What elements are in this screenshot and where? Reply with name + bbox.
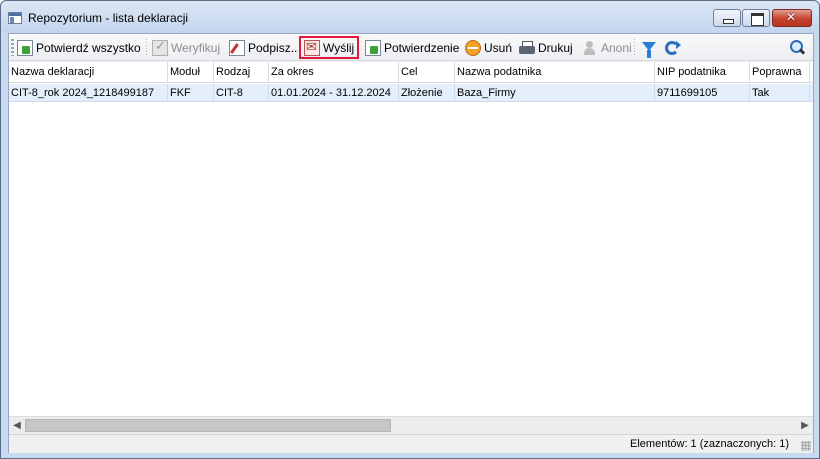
search-icon (789, 39, 805, 56)
confirmation-button[interactable]: Potwierdzenie (365, 37, 459, 58)
window-title: Repozytorium - lista deklaracji (28, 11, 189, 25)
sign-label: Podpisz.. (248, 40, 298, 55)
confirm-all-label: Potwierdź wszystko (36, 40, 141, 55)
resize-grip-icon[interactable] (801, 441, 811, 451)
search-button[interactable] (789, 37, 805, 58)
table-cell: Złożenie (399, 84, 455, 102)
scroll-left-icon[interactable]: ◀ (9, 417, 25, 434)
table-cell: Baza_Firmy (455, 84, 655, 102)
window-client-area: Potwierdź wszystko Weryfikuj Podpisz.. W… (8, 33, 814, 453)
column-header[interactable]: Poprawna (750, 62, 810, 83)
title-bar[interactable]: Repozytorium - lista deklaracji (1, 1, 819, 33)
column-header[interactable]: Moduł (168, 62, 214, 83)
print-button[interactable]: Drukuj (519, 37, 573, 58)
table-cell: 9711699105 (655, 84, 750, 102)
send-icon (304, 39, 320, 56)
column-header[interactable]: Za okres (269, 62, 399, 83)
send-button[interactable]: Wyślij (299, 36, 360, 59)
verify-button[interactable]: Weryfikuj (152, 37, 220, 58)
filter-button[interactable] (642, 37, 656, 58)
send-label: Wyślij (323, 40, 355, 55)
column-header[interactable]: Rodzaj (214, 62, 269, 83)
status-text: Elementów: 1 (zaznaczonych: 1) (630, 438, 789, 450)
delete-icon (465, 39, 481, 56)
toolbar: Potwierdź wszystko Weryfikuj Podpisz.. W… (9, 34, 813, 61)
anonymize-icon (582, 40, 598, 56)
column-header[interactable]: Cel (399, 62, 455, 83)
table-cell: Tak (750, 84, 810, 102)
table-cell: FKF (168, 84, 214, 102)
confirmation-icon (365, 39, 381, 56)
scroll-right-icon[interactable]: ▶ (797, 417, 813, 434)
refresh-button[interactable] (665, 37, 681, 58)
delete-label: Usuń (484, 40, 513, 55)
table-row[interactable]: CIT-8_rok 2024_1218499187 FKF CIT-8 01.0… (9, 84, 813, 102)
anonymize-label: Anoni (601, 40, 632, 55)
minimize-button[interactable] (713, 9, 741, 27)
table-header: Nazwa deklaracji Moduł Rodzaj Za okres C… (9, 62, 813, 83)
confirmation-label: Potwierdzenie (384, 40, 460, 55)
column-header[interactable]: Nazwa deklaracji (9, 62, 168, 83)
refresh-icon (665, 40, 681, 55)
close-button[interactable] (772, 9, 812, 27)
table-cell: 01.01.2024 - 31.12.2024 (269, 84, 399, 102)
toolbar-separator (146, 39, 147, 56)
anonymize-button[interactable]: Anoni (582, 37, 632, 58)
confirm-all-icon (17, 39, 33, 56)
table-cell: CIT-8_rok 2024_1218499187 (9, 84, 168, 102)
column-header[interactable]: Nazwa podatnika (455, 62, 655, 83)
print-label: Drukuj (538, 40, 573, 55)
print-icon (519, 40, 535, 56)
sign-icon (229, 39, 245, 56)
filter-icon (642, 41, 656, 58)
table-cell: CIT-8 (214, 84, 269, 102)
scrollbar-thumb[interactable] (25, 419, 391, 432)
column-header[interactable]: NIP podatnika (655, 62, 750, 83)
verify-label: Weryfikuj (171, 40, 221, 55)
toolbar-separator (634, 39, 635, 56)
horizontal-scrollbar[interactable]: ◀ ▶ (9, 416, 813, 434)
declarations-table: Nazwa deklaracji Moduł Rodzaj Za okres C… (9, 62, 813, 416)
confirm-all-button[interactable]: Potwierdź wszystko (17, 37, 141, 58)
status-bar: Elementów: 1 (zaznaczonych: 1) (9, 434, 813, 453)
delete-button[interactable]: Usuń (465, 37, 512, 58)
verify-icon (152, 39, 168, 56)
maximize-button[interactable] (742, 9, 770, 27)
app-window-icon (8, 12, 22, 24)
toolbar-grip[interactable] (11, 39, 14, 56)
repository-window: Repozytorium - lista deklaracji Potwierd… (0, 0, 820, 459)
sign-button[interactable]: Podpisz.. (229, 37, 297, 58)
